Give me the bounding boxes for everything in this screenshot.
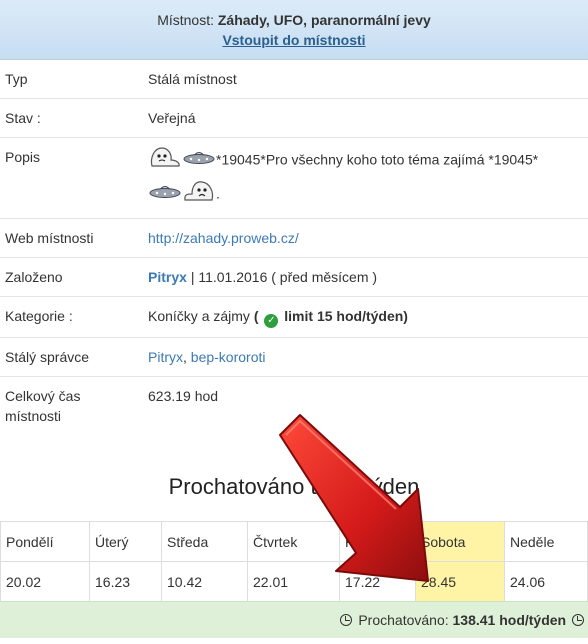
room-info: Typ Stálá místnost Stav : Veřejná Popis … xyxy=(0,60,588,457)
day-header-highlighted: Sobota xyxy=(415,521,505,562)
description-text: *19045*Pro všechny koho toto téma zajímá… xyxy=(216,151,539,168)
founded-label: Založeno xyxy=(5,269,63,285)
info-row-total-time: Celkový čas místnosti 623.19 hod xyxy=(0,377,588,457)
web-label: Web místnosti xyxy=(5,230,94,246)
room-prefix: Místnost: xyxy=(157,12,218,28)
admins-label: Stálý správce xyxy=(5,349,90,365)
info-row-type: Typ Stálá místnost xyxy=(0,60,588,99)
info-row-category: Kategorie : Koníčky a zájmy ( ✓ limit 15… xyxy=(0,297,588,338)
description-label: Popis xyxy=(5,149,41,165)
day-value: 10.42 xyxy=(161,561,248,602)
limit-text: limit 15 hod/týden xyxy=(284,308,404,324)
day-value: 16.23 xyxy=(89,561,162,602)
clock-icon xyxy=(340,614,353,626)
description-tail: . xyxy=(216,185,220,202)
web-link[interactable]: http://zahady.proweb.cz/ xyxy=(148,230,299,246)
admin-link[interactable]: bep-kororoti xyxy=(191,349,266,365)
day-header: Neděle xyxy=(504,521,588,562)
room-name: Záhady, UFO, paranormální jevy xyxy=(217,12,431,28)
week-table: Pondělí Úterý Středa Čtvrtek Pátek Sobot… xyxy=(0,521,588,602)
day-value: 17.22 xyxy=(339,561,416,602)
day-value: 24.06 xyxy=(504,561,588,602)
weekly-total-value: 138.41 hod/týden xyxy=(452,612,567,628)
ghost-emoticon-icon xyxy=(182,178,216,212)
room-title: Místnost: Záhady, UFO, paranormální jevy xyxy=(0,10,588,30)
day-value: 20.02 xyxy=(0,561,90,602)
category-value: Koníčky a zájmy ( ✓ limit 15 hod/týden) xyxy=(144,297,588,337)
week-values-row: 20.02 16.23 10.42 22.01 17.22 28.45 24.0… xyxy=(0,561,588,602)
limit-close: ) xyxy=(403,308,408,324)
enter-room-link[interactable]: Vstoupit do místnosti xyxy=(222,32,365,48)
info-row-admins: Stálý správce Pitryx, bep-kororoti xyxy=(0,338,588,377)
info-row-state: Stav : Veřejná xyxy=(0,99,588,138)
clock-icon xyxy=(572,614,584,626)
ufo-emoticon-icon xyxy=(148,180,182,210)
room-header: Místnost: Záhady, UFO, paranormální jevy… xyxy=(0,0,588,60)
day-header: Středa xyxy=(161,521,248,562)
info-row-web: Web místnosti http://zahady.proweb.cz/ xyxy=(0,219,588,258)
day-value-highlighted: 28.45 xyxy=(415,561,505,602)
weekly-total-bar: Prochatováno: 138.41 hod/týden xyxy=(0,601,588,638)
limit-open: ( xyxy=(253,308,259,324)
state-value: Veřejná xyxy=(148,110,196,126)
description-value: *19045*Pro všechny koho toto téma zajímá… xyxy=(144,138,588,218)
total-time-value: 623.19 hod xyxy=(148,388,219,404)
check-icon: ✓ xyxy=(264,314,279,328)
ufo-emoticon-icon xyxy=(182,146,216,176)
type-value: Stálá místnost xyxy=(148,71,237,87)
day-header: Čtvrtek xyxy=(247,521,340,562)
founded-date: | 11.01.2016 ( před měsícem ) xyxy=(190,269,378,285)
weekly-total-label: Prochatováno: xyxy=(358,612,453,628)
category-label: Kategorie : xyxy=(5,308,73,324)
week-days-row: Pondělí Úterý Středa Čtvrtek Pátek Sobot… xyxy=(0,521,588,562)
day-header: Úterý xyxy=(89,521,162,562)
state-label: Stav : xyxy=(5,110,41,126)
type-label: Typ xyxy=(5,71,28,87)
ghost-emoticon-icon xyxy=(148,144,182,178)
admin-link[interactable]: Pitryx xyxy=(148,349,183,365)
founder-link[interactable]: Pitryx xyxy=(148,269,187,285)
day-value: 22.01 xyxy=(247,561,340,602)
total-time-label: Celkový čas místnosti xyxy=(5,388,81,424)
day-header: Pondělí xyxy=(0,521,90,562)
admins-value: Pitryx, bep-kororoti xyxy=(144,338,588,376)
admin-separator: , xyxy=(183,349,191,365)
week-title: Prochatováno tento týden xyxy=(168,474,420,499)
info-row-description: Popis *19045*Pro všechny koho toto téma … xyxy=(0,138,588,219)
day-header: Pátek xyxy=(339,521,416,562)
founded-value: Pitryx | 11.01.2016 ( před měsícem ) xyxy=(144,258,588,296)
category-name: Koníčky a zájmy xyxy=(148,308,250,324)
info-row-founded: Založeno Pitryx | 11.01.2016 ( před měsí… xyxy=(0,258,588,297)
